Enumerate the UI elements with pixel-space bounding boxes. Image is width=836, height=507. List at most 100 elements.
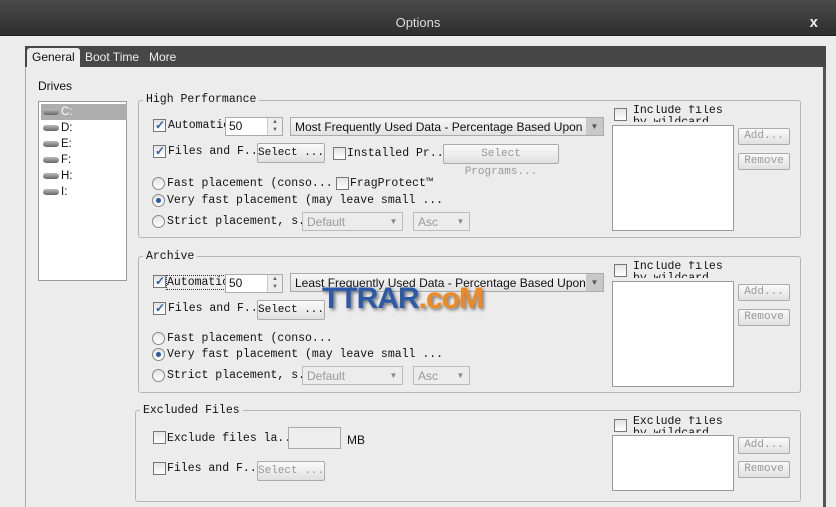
hp-strict-label: Strict placement, s...: [167, 215, 319, 228]
ar-fast-radio[interactable]: [152, 332, 165, 345]
drive-label: H:: [61, 170, 73, 182]
hp-select-button[interactable]: Select ...: [257, 143, 325, 163]
hp-installed-checkbox[interactable]: [333, 147, 346, 160]
drive-item[interactable]: I:: [41, 184, 127, 200]
ex-large-label: Exclude files la...: [167, 432, 299, 445]
ar-strict-label: Strict placement, s...: [167, 369, 319, 382]
hp-mode-value: Most Frequently Used Data - Percentage B…: [295, 120, 604, 134]
tab-more[interactable]: More: [144, 48, 181, 67]
ex-select-button[interactable]: Select ...: [257, 461, 325, 481]
hp-automatic-checkbox[interactable]: [153, 118, 166, 132]
drive-icon: [43, 173, 59, 179]
ar-order-dropdown[interactable]: Asc ▼: [413, 366, 470, 385]
chevron-down-icon: ▼: [586, 274, 603, 291]
tab-boot-time[interactable]: Boot Time: [80, 48, 144, 67]
ar-add-button[interactable]: Add...: [738, 284, 790, 301]
spinner-arrows-icon[interactable]: ▲ ▼: [267, 118, 282, 135]
hp-strict-radio[interactable]: [152, 215, 165, 228]
hp-wildcard-list[interactable]: [612, 125, 734, 231]
hp-files-checkbox[interactable]: [153, 144, 166, 158]
ex-files-checkbox[interactable]: [153, 462, 166, 475]
chevron-down-icon: ▼: [456, 217, 465, 226]
drive-label: I:: [61, 186, 68, 198]
window-title: Options: [395, 15, 441, 30]
chevron-down-icon: ▼: [389, 371, 398, 380]
hp-value-spinner[interactable]: 50 ▲ ▼: [225, 117, 283, 136]
chevron-down-icon: ▼: [586, 118, 603, 135]
drive-label: E:: [61, 138, 72, 150]
drive-label: C:: [61, 106, 73, 118]
ex-unit-label: MB: [347, 433, 365, 447]
hp-select-programs-button[interactable]: Select Programs...: [443, 144, 559, 178]
ex-add-button[interactable]: Add...: [738, 437, 790, 454]
ar-strict-radio[interactable]: [152, 369, 165, 382]
ar-very-fast-radio[interactable]: [152, 348, 165, 361]
ex-files-label: Files and F...: [167, 462, 264, 475]
ar-value-spinner[interactable]: 50 ▲ ▼: [225, 274, 283, 293]
hp-fragprotect-checkbox[interactable]: [336, 177, 349, 190]
hp-very-fast-label: Very fast placement (may leave small ...: [167, 194, 444, 207]
drive-icon: [43, 157, 59, 163]
hp-automatic-label: Automatic: [168, 119, 231, 132]
tab-general[interactable]: General: [27, 48, 80, 67]
ex-remove-button[interactable]: Remove: [738, 461, 790, 478]
ar-very-fast-label: Very fast placement (may leave small ...: [167, 348, 444, 361]
hp-include-label: Include files by wildcard: [633, 105, 723, 122]
hp-files-label: Files and F...: [168, 145, 265, 158]
ex-wildcard-checkbox[interactable]: [614, 419, 627, 432]
ar-wildcard-list[interactable]: [612, 281, 734, 387]
excluded-files-title: Excluded Files: [140, 404, 243, 417]
ar-select-button[interactable]: Select ...: [257, 300, 325, 320]
hp-order-dropdown[interactable]: Asc ▼: [413, 212, 470, 231]
ar-remove-button[interactable]: Remove: [738, 309, 790, 326]
watermark-logo: TTRAR.coM: [322, 282, 484, 316]
hp-include-checkbox[interactable]: [614, 108, 627, 121]
drive-item[interactable]: H:: [41, 168, 127, 184]
ex-wildcard-list[interactable]: [612, 435, 734, 491]
ex-wildcard-label: Exclude files by wildcard: [633, 416, 723, 433]
hp-fast-label: Fast placement (conso...: [167, 177, 333, 190]
hp-fast-radio[interactable]: [152, 177, 165, 190]
ar-value: 50: [229, 276, 243, 290]
ar-automatic-label: Automatic: [166, 275, 231, 290]
spinner-arrows-icon[interactable]: ▲ ▼: [267, 275, 282, 292]
drives-list[interactable]: C: D: E: F: H: I:: [38, 101, 127, 281]
ar-order-value: Asc: [418, 369, 439, 383]
ar-automatic-checkbox[interactable]: [153, 274, 166, 288]
watermark-part1: TTRAR: [322, 282, 420, 315]
drive-item[interactable]: F:: [41, 152, 127, 168]
drive-label: F:: [61, 154, 72, 166]
watermark-part2: .coM: [418, 282, 484, 315]
hp-mode-dropdown[interactable]: Most Frequently Used Data - Percentage B…: [290, 117, 604, 136]
hp-very-fast-radio[interactable]: [152, 194, 165, 207]
ar-files-checkbox[interactable]: [153, 301, 166, 315]
ex-large-checkbox[interactable]: [153, 431, 166, 444]
chevron-down-icon: ▼: [389, 217, 398, 226]
drive-item[interactable]: D:: [41, 120, 127, 136]
drive-icon: [43, 189, 59, 195]
drive-icon: [43, 141, 59, 147]
drive-item[interactable]: C:: [41, 104, 127, 120]
drive-item[interactable]: E:: [41, 136, 127, 152]
ar-include-label: Include files by wildcard: [633, 261, 723, 278]
drive-icon: [43, 125, 59, 131]
chevron-down-icon: ▼: [456, 371, 465, 380]
close-icon[interactable]: x: [810, 14, 818, 31]
hp-remove-button[interactable]: Remove: [738, 153, 790, 170]
archive-title: Archive: [143, 250, 198, 263]
hp-installed-label: Installed Pr...: [347, 147, 451, 160]
drives-label: Drives: [38, 79, 73, 93]
drive-icon: [43, 109, 59, 115]
hp-sort-dropdown[interactable]: Default ▼: [302, 212, 403, 231]
hp-sort-value: Default: [307, 215, 346, 229]
high-performance-title: High Performance: [143, 93, 260, 106]
hp-value: 50: [229, 119, 243, 133]
ar-sort-value: Default: [307, 369, 346, 383]
ar-fast-label: Fast placement (conso...: [167, 332, 333, 345]
ar-sort-dropdown[interactable]: Default ▼: [302, 366, 403, 385]
hp-add-button[interactable]: Add...: [738, 128, 790, 145]
hp-order-value: Asc: [418, 215, 439, 229]
ar-include-checkbox[interactable]: [614, 264, 627, 277]
drive-label: D:: [61, 122, 73, 134]
ex-size-input[interactable]: [288, 427, 341, 449]
